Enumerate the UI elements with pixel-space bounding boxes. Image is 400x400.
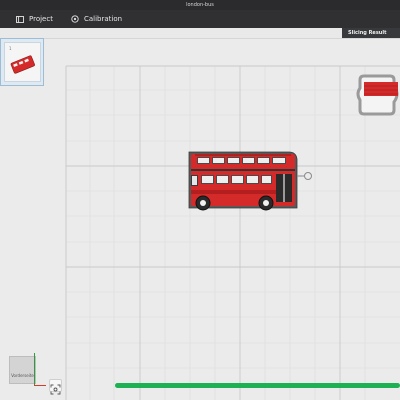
tab-calibration[interactable]: Calibration (71, 15, 122, 23)
view-navigation-cube[interactable]: Vorderseite (9, 356, 36, 384)
plate-thumbnail[interactable]: 1 (4, 42, 41, 82)
y-axis-indicator (34, 353, 35, 385)
london-bus-model[interactable] (186, 146, 312, 212)
tab-project[interactable]: Project (16, 15, 53, 23)
project-icon (16, 15, 24, 23)
plate-list-item[interactable]: 1 (0, 38, 44, 86)
calibration-icon (71, 15, 79, 23)
fit-view-button[interactable] (49, 379, 62, 395)
top-toolbar: Project Calibration (0, 10, 400, 28)
window-title: london-bus (0, 0, 400, 10)
nav-cube-label: Vorderseite (11, 373, 34, 378)
tab-calibration-label: Calibration (83, 15, 123, 23)
tab-project-label: Project (29, 15, 53, 23)
x-axis-indicator (34, 385, 46, 386)
slicing-progress-bar (115, 383, 400, 388)
plate-number: 1 (9, 46, 12, 51)
fit-view-icon (50, 384, 61, 395)
slicing-result-header: Slicing Result (342, 28, 400, 38)
slicing-progress-fill (115, 383, 400, 388)
build-plate-grid[interactable] (0, 38, 400, 400)
slice-preview-thumbnail[interactable] (356, 70, 400, 118)
